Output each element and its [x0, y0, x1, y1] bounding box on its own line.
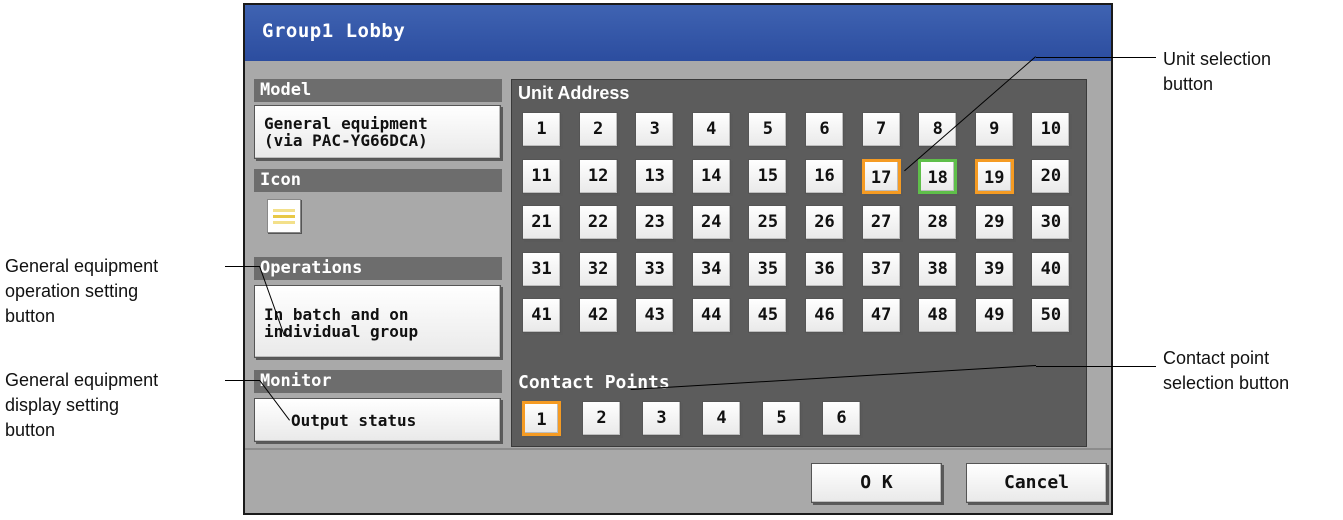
- unit-button-1[interactable]: 1: [522, 112, 561, 147]
- icon-label: Icon: [254, 169, 502, 192]
- contact-point-button-4[interactable]: 4: [702, 401, 741, 436]
- unit-button-13[interactable]: 13: [635, 158, 675, 194]
- equipment-icon[interactable]: [267, 199, 301, 233]
- unit-address-label: Unit Address: [518, 83, 630, 103]
- unit-button-39[interactable]: 39: [974, 251, 1014, 287]
- operations-label: Operations: [254, 257, 502, 280]
- leader-contact-point-stub: [1036, 366, 1156, 367]
- unit-button-28[interactable]: 28: [918, 205, 958, 240]
- leader-unit-selection-stub: [1036, 57, 1156, 58]
- contact-point-button-6[interactable]: 6: [822, 401, 861, 436]
- contact-point-button-5[interactable]: 5: [762, 401, 801, 436]
- contact-point-button-3[interactable]: 3: [642, 401, 681, 436]
- unit-button-3[interactable]: 3: [635, 112, 675, 147]
- unit-button-41[interactable]: 41: [522, 298, 561, 333]
- annotation-operation-setting: General equipment operation setting butt…: [5, 256, 159, 326]
- unit-button-45[interactable]: 45: [748, 298, 788, 333]
- contact-point-button-1[interactable]: 1: [522, 401, 561, 436]
- model-label: Model: [254, 79, 502, 102]
- unit-button-49[interactable]: 49: [974, 298, 1014, 333]
- address-area: Unit Address 1 2 3 4 5 6 7 8 9 10 11 12 13 14 15 16 17 18…: [511, 79, 1087, 447]
- monitor-button[interactable]: Output status: [254, 398, 501, 442]
- unit-button-32[interactable]: 32: [578, 251, 618, 287]
- unit-button-33[interactable]: 33: [635, 251, 675, 287]
- unit-button-42[interactable]: 42: [578, 298, 618, 333]
- unit-button-36[interactable]: 36: [805, 251, 844, 287]
- footer-divider: [245, 448, 1111, 450]
- unit-button-12[interactable]: 12: [578, 158, 618, 194]
- unit-button-47[interactable]: 47: [861, 298, 901, 333]
- model-button[interactable]: General equipment (via PAC-YG66DCA): [254, 105, 501, 159]
- unit-button-23[interactable]: 23: [635, 205, 675, 240]
- unit-button-10[interactable]: 10: [1031, 112, 1071, 147]
- unit-button-29[interactable]: 29: [974, 205, 1014, 240]
- unit-button-4[interactable]: 4: [691, 112, 731, 147]
- contact-points-label: Contact Points: [518, 372, 670, 393]
- leader-operation-setting-stub: [225, 266, 260, 267]
- unit-button-26[interactable]: 26: [805, 205, 844, 240]
- title-bar: Group1 Lobby: [245, 5, 1111, 61]
- monitor-button-label: Output status: [291, 411, 417, 430]
- unit-button-6[interactable]: 6: [805, 112, 844, 147]
- ok-button-label: O K: [860, 472, 893, 493]
- contact-point-button-2[interactable]: 2: [582, 401, 621, 436]
- annotation-display-setting: General equipment display setting button: [5, 370, 159, 440]
- window-title: Group1 Lobby: [262, 20, 406, 42]
- unit-button-20[interactable]: 20: [1031, 158, 1071, 194]
- unit-button-2[interactable]: 2: [578, 112, 618, 147]
- unit-button-19[interactable]: 19: [974, 158, 1014, 194]
- unit-button-30[interactable]: 30: [1031, 205, 1071, 240]
- cancel-button-label: Cancel: [1003, 472, 1070, 493]
- unit-button-40[interactable]: 40: [1031, 251, 1071, 287]
- unit-button-38[interactable]: 38: [918, 251, 958, 287]
- operations-button[interactable]: In batch and on individual group: [254, 285, 501, 358]
- unit-button-44[interactable]: 44: [691, 298, 731, 333]
- unit-button-21[interactable]: 21: [522, 205, 561, 240]
- unit-button-15[interactable]: 15: [748, 158, 788, 194]
- unit-button-27[interactable]: 27: [861, 205, 901, 240]
- unit-button-16[interactable]: 16: [805, 158, 844, 194]
- unit-button-46[interactable]: 46: [805, 298, 844, 333]
- annotation-contact-point: Contact point selection button: [1163, 348, 1290, 393]
- unit-button-7[interactable]: 7: [861, 112, 901, 147]
- unit-button-18[interactable]: 18: [918, 158, 958, 194]
- unit-button-17[interactable]: 17: [861, 158, 901, 194]
- monitor-label: Monitor: [254, 370, 502, 393]
- unit-button-48[interactable]: 48: [918, 298, 958, 333]
- leader-display-setting-stub: [225, 380, 260, 381]
- group-settings-window: Group1 Lobby Model General equipment (vi…: [243, 3, 1113, 515]
- unit-button-34[interactable]: 34: [691, 251, 731, 287]
- model-button-label: General equipment (via PAC-YG66DCA): [264, 114, 428, 150]
- unit-button-43[interactable]: 43: [635, 298, 675, 333]
- unit-button-14[interactable]: 14: [691, 158, 731, 194]
- cancel-button[interactable]: Cancel: [966, 463, 1107, 503]
- unit-button-9[interactable]: 9: [974, 112, 1014, 147]
- unit-button-37[interactable]: 37: [861, 251, 901, 287]
- unit-button-11[interactable]: 11: [522, 158, 561, 194]
- unit-button-35[interactable]: 35: [748, 251, 788, 287]
- unit-button-24[interactable]: 24: [691, 205, 731, 240]
- unit-button-25[interactable]: 25: [748, 205, 788, 240]
- annotation-unit-selection: Unit selection button: [1163, 49, 1272, 94]
- operations-button-label: In batch and on individual group: [264, 305, 419, 341]
- unit-button-22[interactable]: 22: [578, 205, 618, 240]
- unit-button-50[interactable]: 50: [1031, 298, 1071, 333]
- ok-button[interactable]: O K: [811, 463, 942, 503]
- unit-button-5[interactable]: 5: [748, 112, 788, 147]
- unit-button-31[interactable]: 31: [522, 251, 561, 287]
